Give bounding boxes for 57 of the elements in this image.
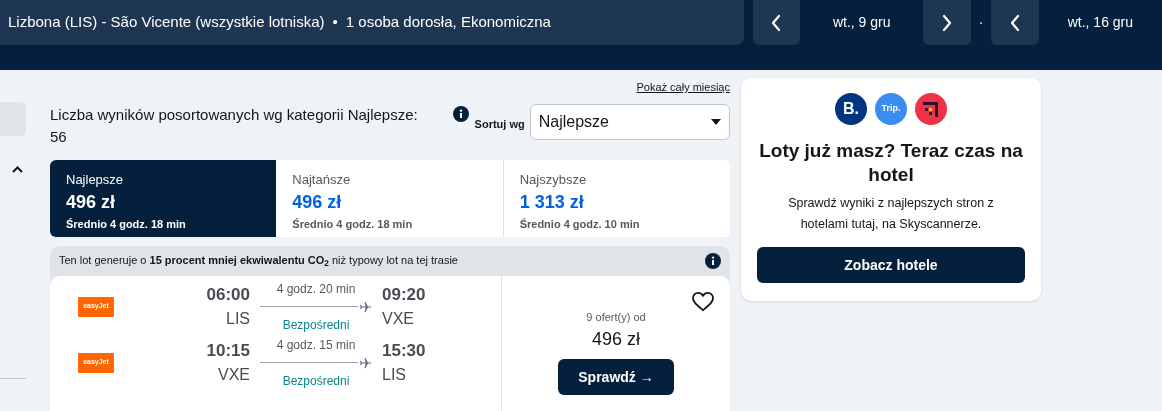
hotel-title: Loty już masz? Teraz czas na hotel bbox=[758, 139, 1024, 187]
results-summary: Liczba wyników posortowanych wg kategorii Najlepsze: 56 bbox=[50, 104, 419, 147]
sort-label: Sortuj wg bbox=[474, 116, 525, 132]
tab-price: 496 zł bbox=[66, 191, 117, 214]
sort-tab[interactable]: Najszybsze 1 313 zł Średnio 4 godz. 10 min bbox=[502, 159, 730, 237]
partner-logo: Trip. bbox=[875, 93, 907, 125]
tab-duration: Średnio 4 godz. 18 min bbox=[292, 217, 414, 232]
stops-label: Bezpośredni bbox=[282, 316, 350, 334]
sort-tab[interactable]: Najlepsze 496 zł Średnio 4 godz. 18 min bbox=[50, 159, 277, 237]
next-date-button[interactable] bbox=[923, 0, 971, 45]
tab-label: Najlepsze bbox=[66, 170, 125, 189]
tab-price: 496 zł bbox=[292, 191, 343, 214]
hotel-description: Sprawdź wyniki z najlepszych stron z hotelami tutaj, na Skyscannerze. bbox=[787, 195, 995, 233]
tab-label: Najszybsze bbox=[519, 170, 588, 189]
separator-dot: • bbox=[332, 12, 338, 33]
eco-note: Ten lot generuje o 15 procent mniej ekwiwalentu CO$_{2}$ niż typowy lot na tej trasie bbox=[59, 253, 458, 269]
previous-date-button[interactable] bbox=[991, 0, 1039, 45]
tab-label: Najtańsze bbox=[292, 170, 352, 189]
info-icon[interactable] bbox=[452, 105, 469, 122]
month-link[interactable]: Pokaż cały miesiąc bbox=[636, 79, 730, 96]
chevron-left-icon bbox=[1009, 13, 1022, 32]
chevron-right-icon bbox=[941, 13, 953, 32]
heart-icon[interactable] bbox=[692, 291, 714, 312]
airport-code: VXE bbox=[382, 309, 414, 330]
select-button[interactable]: Sprawdź → bbox=[558, 359, 674, 395]
date-label[interactable]: wt., 9 gru bbox=[800, 0, 924, 45]
arrival-time: 09:20 bbox=[382, 283, 426, 306]
hotels-button[interactable]: Zobacz hotele bbox=[757, 247, 1025, 283]
tab-price: 1 313 zł bbox=[519, 191, 585, 214]
partner-logo bbox=[915, 93, 947, 125]
date-label[interactable]: wt., 16 gru bbox=[1038, 0, 1162, 45]
previous-date-button[interactable] bbox=[752, 0, 801, 45]
plane-icon bbox=[358, 299, 372, 314]
passengers-text: 1 osoba dorosła, Ekonomiczna bbox=[345, 12, 551, 33]
departure-time: 10:15 bbox=[206, 339, 250, 362]
info-icon[interactable] bbox=[705, 252, 721, 269]
flight-duration: 4 godz. 15 min bbox=[276, 336, 356, 354]
airport-code: LIS bbox=[382, 365, 406, 386]
collapse-icon[interactable] bbox=[12, 166, 23, 173]
flight-duration: 4 godz. 20 min bbox=[276, 280, 356, 298]
flight-price: 496 zł bbox=[591, 328, 640, 351]
tab-duration: Średnio 4 godz. 10 min bbox=[519, 217, 641, 232]
tab-duration: Średnio 4 godz. 18 min bbox=[66, 217, 187, 232]
separator-dot: · bbox=[977, 13, 985, 32]
sort-select[interactable]: Najlepsze bbox=[529, 103, 730, 140]
dropdown-caret-icon bbox=[711, 118, 721, 125]
route-text: Lizbona (LIS) - São Vicente (wszystkie lotniska) bbox=[8, 12, 325, 33]
partner-logo: B. bbox=[835, 93, 867, 125]
plane-icon bbox=[358, 355, 372, 370]
airport-code: LIS bbox=[226, 309, 250, 330]
chevron-left-icon bbox=[770, 13, 783, 32]
airport-code: VXE bbox=[218, 365, 250, 386]
search-summary[interactable]: Lizbona (LIS) - São Vicente (wszystkie lotniska) • 1 osoba dorosła, Ekonomiczna bbox=[0, 0, 744, 45]
offers-count: 9 ofert(y) od bbox=[586, 309, 646, 325]
departure-time: 06:00 bbox=[206, 283, 250, 306]
arrival-time: 15:30 bbox=[382, 339, 426, 362]
stops-label: Bezpośredni bbox=[282, 372, 350, 390]
